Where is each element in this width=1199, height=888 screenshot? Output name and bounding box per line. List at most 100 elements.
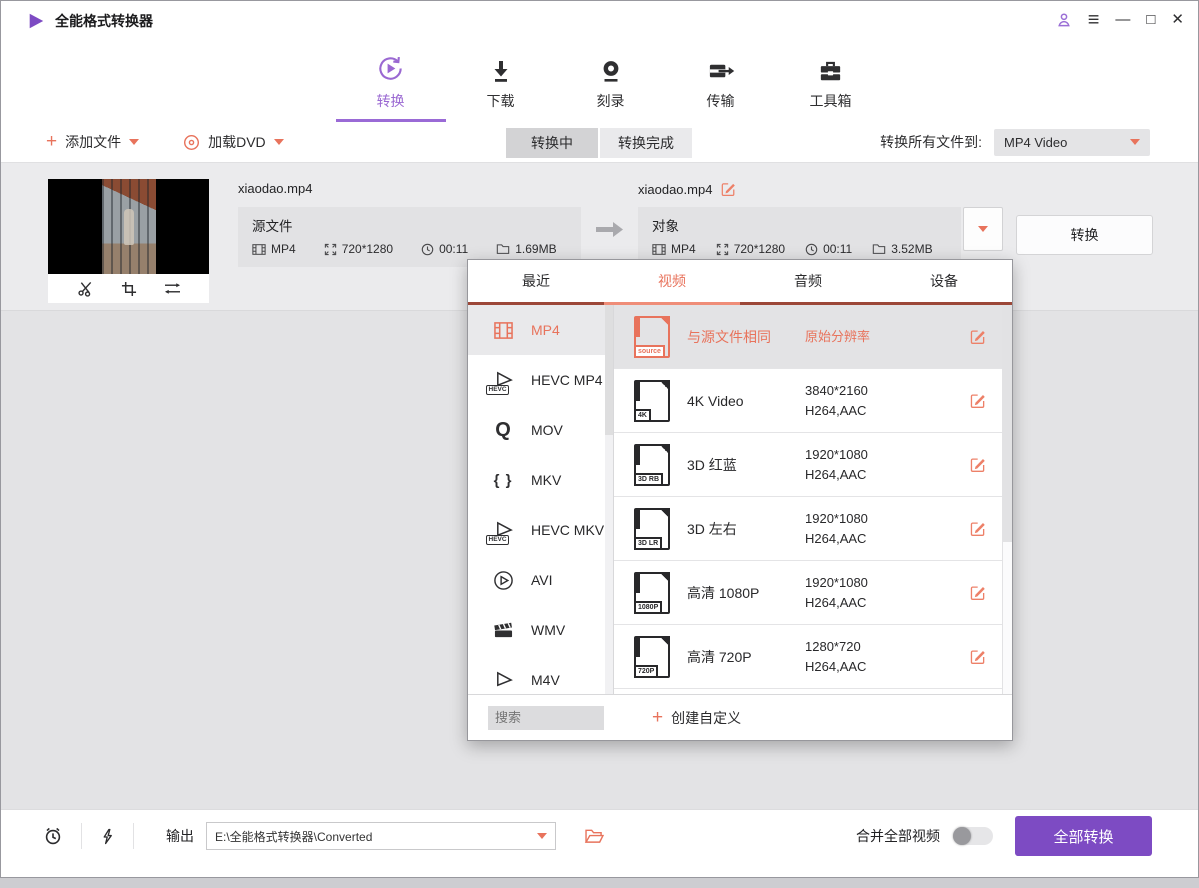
edit-preset-icon[interactable] xyxy=(969,328,986,345)
chevron-down-icon[interactable] xyxy=(537,833,547,839)
app-title: 全能格式转换器 xyxy=(55,11,153,31)
preset-row-3d-lr[interactable]: 3D LR 3D 左右 1920*1080H264,AAC xyxy=(614,497,1012,561)
format-label: HEVC MP4 xyxy=(531,372,603,388)
preset-row-720p[interactable]: 720P 高清 720P 1280*720H264,AAC xyxy=(614,625,1012,689)
preset-row-source[interactable]: source 与源文件相同 原始分辨率 xyxy=(614,305,1012,369)
preset-row-1080p[interactable]: 1080P 高清 1080P 1920*1080H264,AAC xyxy=(614,561,1012,625)
popup-tab-audio[interactable]: 音频 xyxy=(740,260,876,302)
divider xyxy=(133,823,134,849)
tab-finished[interactable]: 转换完成 xyxy=(600,128,692,158)
format-item-hevc-mkv[interactable]: HEVC HEVC MKV xyxy=(468,505,613,555)
app-logo-icon xyxy=(27,12,45,30)
format-label: MOV xyxy=(531,422,563,438)
minimize-button[interactable]: — xyxy=(1115,9,1130,31)
preset-list-scrollbar[interactable] xyxy=(1002,305,1012,694)
edit-preset-icon[interactable] xyxy=(969,648,986,665)
format-item-m4v[interactable]: M4V xyxy=(468,655,613,694)
nav-tab-label: 工具箱 xyxy=(810,91,852,111)
preset-detail: 原始分辨率 xyxy=(805,327,943,347)
format-item-mkv[interactable]: { } MKV xyxy=(468,455,613,505)
merge-toggle[interactable] xyxy=(953,827,993,845)
size-info: 1.69MB xyxy=(496,242,556,256)
1080p-preset-icon: 1080P xyxy=(634,572,670,614)
hevc-play-icon: HEVC xyxy=(488,371,518,390)
format-list: MP4 HEVC HEVC MP4 Q MOV { } MKV xyxy=(468,305,614,694)
target-format-dropdown-button[interactable] xyxy=(963,207,1003,251)
output-format-select[interactable]: MP4 Video xyxy=(994,129,1150,156)
edit-preset-icon[interactable] xyxy=(969,456,986,473)
size-info: 3.52MB xyxy=(872,242,932,256)
scrollbar-thumb[interactable] xyxy=(1002,305,1012,542)
source-panel-title: 源文件 xyxy=(252,215,567,235)
high-speed-icon[interactable] xyxy=(100,828,115,845)
film-icon xyxy=(252,243,266,256)
nav-tab-convert[interactable]: 转换 xyxy=(336,41,446,122)
clock-icon xyxy=(805,243,818,256)
format-item-mp4[interactable]: MP4 xyxy=(468,305,613,355)
preset-name: 高清 1080P xyxy=(687,583,805,603)
nav-tab-label: 下载 xyxy=(487,91,515,111)
output-path-box[interactable] xyxy=(206,822,556,850)
format-list-scrollbar[interactable] xyxy=(605,305,613,694)
film-icon xyxy=(652,243,666,256)
output-path-input[interactable] xyxy=(215,829,537,843)
folder-icon xyxy=(496,243,510,255)
format-label: MP4 xyxy=(531,322,560,338)
convert-button[interactable]: 转换 xyxy=(1016,215,1153,255)
open-folder-icon[interactable] xyxy=(584,828,605,844)
toggle-knob[interactable] xyxy=(953,827,971,845)
format-item-wmv[interactable]: WMV xyxy=(468,605,613,655)
convert-all-button[interactable]: 全部转换 xyxy=(1015,816,1152,856)
close-button[interactable]: ✕ xyxy=(1171,9,1184,31)
nav-tab-burn[interactable]: 刻录 xyxy=(556,41,666,122)
tab-converting[interactable]: 转换中 xyxy=(506,128,598,158)
effects-icon[interactable] xyxy=(164,281,181,296)
titlebar: 全能格式转换器 ≡ — □ ✕ xyxy=(1,1,1198,41)
search-input[interactable] xyxy=(488,706,604,730)
popup-tab-device[interactable]: 设备 xyxy=(876,260,1012,302)
nav-tab-toolbox[interactable]: 工具箱 xyxy=(776,41,886,122)
resolution-info: 720*1280 xyxy=(324,242,393,256)
format-item-hevc-mp4[interactable]: HEVC HEVC MP4 xyxy=(468,355,613,405)
nav-tab-label: 传输 xyxy=(707,91,735,111)
schedule-icon[interactable] xyxy=(43,826,63,846)
popup-tab-video[interactable]: 视频 xyxy=(604,260,740,302)
popup-tab-recent[interactable]: 最近 xyxy=(468,260,604,302)
rename-icon[interactable] xyxy=(720,181,736,197)
source-file-name: xiaodao.mp4 xyxy=(238,181,312,196)
format-item-mov[interactable]: Q MOV xyxy=(468,405,613,455)
toolbar: + 添加文件 加载DVD 转换中 转换完成 转换所有文件到: MP4 Video xyxy=(1,122,1198,163)
nav-tab-label: 刻录 xyxy=(597,91,625,111)
nav-tab-download[interactable]: 下载 xyxy=(446,41,556,122)
account-icon[interactable] xyxy=(1056,12,1072,28)
add-file-button[interactable]: + 添加文件 xyxy=(46,132,139,152)
chevron-down-icon xyxy=(1130,139,1140,145)
preset-detail: 1920*1080H264,AAC xyxy=(805,509,943,549)
format-item-avi[interactable]: AVI xyxy=(468,555,613,605)
load-dvd-button[interactable]: 加载DVD xyxy=(183,132,284,152)
format-picker-popup: 最近 视频 音频 设备 MP4 HEVC HE xyxy=(467,259,1013,741)
preset-row-3d-rb[interactable]: 3D RB 3D 红蓝 1920*1080H264,AAC xyxy=(614,433,1012,497)
chevron-down-icon[interactable] xyxy=(129,139,139,145)
trim-icon[interactable] xyxy=(77,280,94,297)
target-info-panel: 对象 MP4 720*1280 00:11 xyxy=(638,207,961,267)
format-info: MP4 xyxy=(252,242,296,256)
maximize-button[interactable]: □ xyxy=(1146,9,1155,31)
edit-preset-icon[interactable] xyxy=(969,584,986,601)
create-custom-button[interactable]: + 创建自定义 xyxy=(652,708,741,728)
transfer-icon xyxy=(707,52,735,84)
scrollbar-thumb[interactable] xyxy=(605,305,613,435)
crop-icon[interactable] xyxy=(121,281,137,297)
add-file-label: 添加文件 xyxy=(65,132,121,152)
format-label: HEVC MKV xyxy=(531,522,604,538)
merge-control: 合并全部视频 xyxy=(856,826,993,846)
edit-preset-icon[interactable] xyxy=(969,392,986,409)
preset-row-4k[interactable]: 4K 4K Video 3840*2160H264,AAC xyxy=(614,369,1012,433)
divider xyxy=(81,823,82,849)
preset-name: 3D 左右 xyxy=(687,519,805,539)
menu-icon[interactable]: ≡ xyxy=(1088,9,1100,31)
chevron-down-icon[interactable] xyxy=(274,139,284,145)
format-label: M4V xyxy=(531,672,560,688)
nav-tab-transfer[interactable]: 传输 xyxy=(666,41,776,122)
edit-preset-icon[interactable] xyxy=(969,520,986,537)
